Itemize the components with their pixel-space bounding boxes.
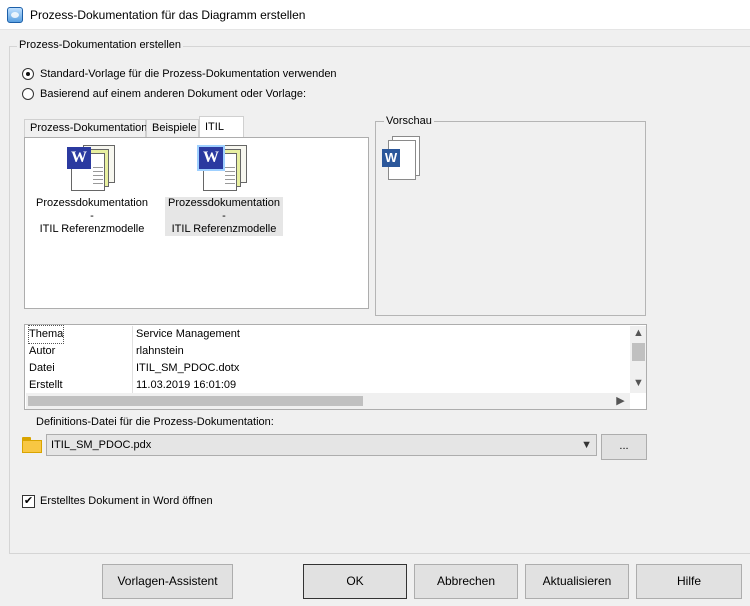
word-template-icon: W bbox=[199, 143, 249, 191]
folder-icon bbox=[22, 437, 42, 453]
template-label: Prozessdokumentation - ITIL Referenzmodel… bbox=[36, 197, 148, 235]
ok-button[interactable]: OK bbox=[303, 564, 407, 599]
properties-table: Thema Service Management Autor rlahnstei… bbox=[24, 324, 647, 410]
tab-prozess-dokumentation[interactable]: Prozess-Dokumentation bbox=[24, 119, 147, 137]
window-title: Prozess-Dokumentation für das Diagramm e… bbox=[30, 8, 306, 22]
property-value: rlahnstein bbox=[136, 345, 184, 357]
table-row[interactable]: Thema Service Management bbox=[26, 325, 630, 344]
open-in-word-label: Erstelltes Dokument in Word öffnen bbox=[40, 495, 213, 507]
group-label: Prozess-Dokumentation erstellen bbox=[17, 39, 184, 51]
radio-based-on-label: Basierend auf einem anderen Dokument ode… bbox=[40, 88, 307, 100]
property-key: Datei bbox=[29, 362, 55, 374]
tab-beispiele[interactable]: Beispiele bbox=[146, 119, 199, 137]
help-button[interactable]: Hilfe bbox=[636, 564, 742, 599]
vertical-scroll-thumb[interactable] bbox=[632, 343, 645, 361]
horizontal-scrollbar[interactable]: ▶ bbox=[26, 393, 630, 409]
property-key: Autor bbox=[29, 345, 56, 357]
scroll-right-icon[interactable]: ▶ bbox=[612, 394, 629, 407]
definition-file-value: ITIL_SM_PDOC.pdx bbox=[51, 439, 152, 451]
open-in-word-checkbox[interactable]: ✔ bbox=[22, 495, 35, 508]
scroll-down-icon[interactable]: ▼ bbox=[630, 377, 646, 389]
template-wizard-button[interactable]: Vorlagen-Assistent bbox=[102, 564, 233, 599]
table-row[interactable]: Erstellt 11.03.2019 16:01:09 bbox=[26, 377, 630, 394]
word-template-icon: W bbox=[67, 143, 117, 191]
chevron-down-icon[interactable]: ▼ bbox=[581, 439, 592, 451]
browse-button[interactable]: ... bbox=[601, 434, 647, 460]
template-label: Prozessdokumentation - ITIL Referenzmodel… bbox=[165, 197, 283, 236]
preview-label: Vorschau bbox=[384, 115, 434, 127]
vertical-scrollbar[interactable]: ▲ ▼ bbox=[630, 326, 646, 393]
definition-file-select[interactable]: ITIL_SM_PDOC.pdx ▼ bbox=[46, 434, 597, 456]
table-row[interactable]: Datei ITIL_SM_PDOC.dotx bbox=[26, 360, 630, 377]
property-key: Erstellt bbox=[29, 379, 63, 391]
radio-standard-template[interactable]: Standard-Vorlage für die Prozess-Dokumen… bbox=[22, 68, 337, 80]
app-icon[interactable] bbox=[7, 7, 23, 23]
tab-itil[interactable]: ITIL bbox=[199, 116, 244, 138]
template-item[interactable]: W Prozessdokumentation - ITIL Referenzmod… bbox=[33, 143, 151, 236]
title-bar: Prozess-Dokumentation für das Diagramm e… bbox=[0, 0, 750, 30]
radio-standard-indicator[interactable] bbox=[22, 68, 34, 80]
template-item-selected[interactable]: W Prozessdokumentation - ITIL Referenzmod… bbox=[165, 143, 283, 236]
radio-standard-label: Standard-Vorlage für die Prozess-Dokumen… bbox=[40, 68, 337, 80]
property-key: Thema bbox=[27, 325, 65, 344]
property-value: ITIL_SM_PDOC.dotx bbox=[136, 362, 240, 374]
template-list: W Prozessdokumentation - ITIL Referenzmod… bbox=[24, 137, 369, 309]
horizontal-scroll-thumb[interactable] bbox=[28, 396, 363, 406]
refresh-button[interactable]: Aktualisieren bbox=[525, 564, 629, 599]
radio-based-on-indicator[interactable] bbox=[22, 88, 34, 100]
cancel-button[interactable]: Abbrechen bbox=[414, 564, 518, 599]
table-row[interactable]: Autor rlahnstein bbox=[26, 343, 630, 360]
scroll-up-icon[interactable]: ▲ bbox=[630, 327, 646, 339]
definition-file-label: Definitions-Datei für die Prozess-Dokume… bbox=[36, 416, 274, 428]
property-value: 11.03.2019 16:01:09 bbox=[136, 379, 237, 391]
word-document-preview-icon: W bbox=[382, 136, 420, 180]
radio-based-on-document[interactable]: Basierend auf einem anderen Dokument ode… bbox=[22, 88, 306, 100]
property-value: Service Management bbox=[136, 328, 240, 340]
